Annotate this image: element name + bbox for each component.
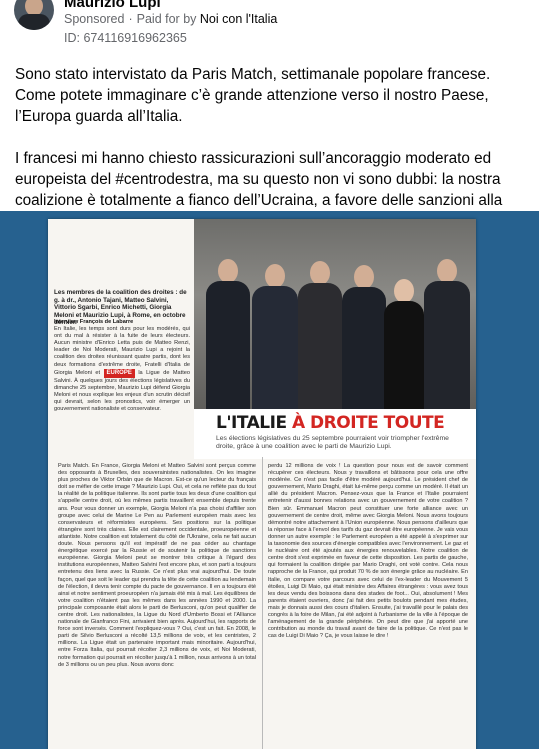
meta-separator: · [128,12,133,26]
paid-for-page-link[interactable]: Noi con l'Italia [200,12,277,26]
person-figure [384,279,424,409]
person-figure [424,259,470,409]
paid-for-label: Paid for by [136,12,197,26]
group-photo [194,219,476,409]
headline: L'ITALIE À DROITE TOUTE [216,413,445,433]
headline-banner: L'ITALIE À DROITE TOUTE Les élections lé… [194,409,476,459]
europe-tag: EUROPE [103,368,135,378]
ad-id: ID: 674116916962365 [64,31,187,45]
avatar-suit [18,14,50,30]
article-right-column: perdu 12 millions de voix ! La question … [268,463,468,640]
sponsored-label: Sponsored [64,12,125,26]
person-figure [298,261,342,409]
post-header: Maurizio Lupi Sponsored · Paid for by Noi … [0,0,539,58]
author-name[interactable]: Maurizio Lupi [64,0,161,11]
person-figure [342,265,386,409]
post-image[interactable]: Les membres de la coalition des droites … [0,211,539,749]
person-figure [206,259,250,409]
post-meta: Sponsored · Paid for by Noi con l'Italia [64,12,277,26]
headline-part-1: L'ITALIE [216,413,292,433]
subheadline: Les élections législatives du 25 septemb… [216,435,449,450]
article-intro: Interview François de Labarre En Italie,… [54,319,190,454]
avatar[interactable] [14,0,54,30]
post-paragraph-1: Sono stato intervistato da Paris Match, … [15,66,491,125]
column-divider [262,457,263,749]
person-figure [252,264,298,409]
interview-credit: Interview François de Labarre [54,319,134,325]
magazine-page: Les membres de la coalition des droites … [48,219,476,749]
headline-part-2: À DROITE TOUTE [291,413,445,433]
article-left-column: Paris Match. En France, Giorgia Meloni e… [58,463,256,668]
